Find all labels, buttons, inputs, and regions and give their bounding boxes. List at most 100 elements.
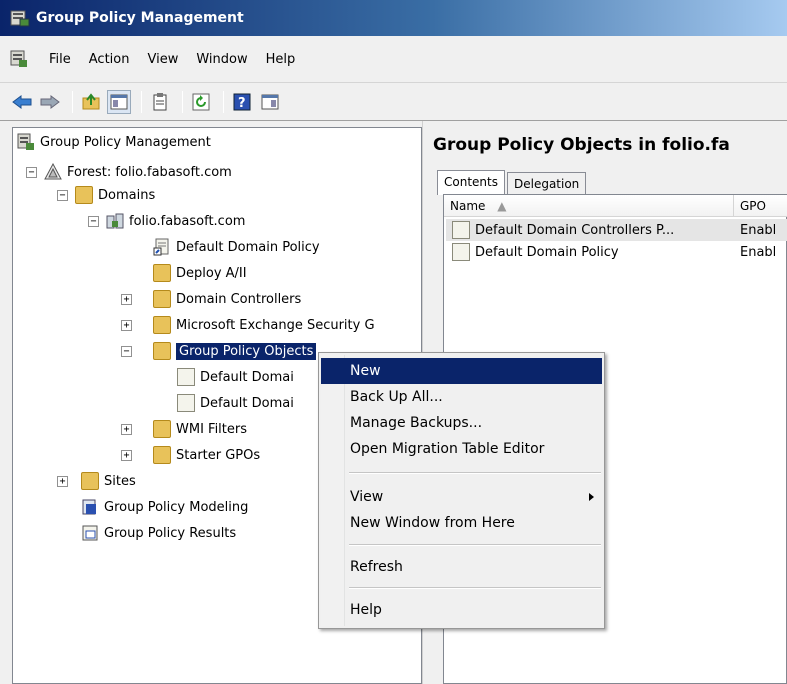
menu-help[interactable]: Help bbox=[257, 48, 305, 71]
help-icon[interactable]: ? bbox=[230, 90, 254, 114]
forest-icon bbox=[44, 162, 62, 181]
properties-icon[interactable] bbox=[258, 90, 282, 114]
expand-wmi-toggle[interactable]: + bbox=[121, 424, 132, 435]
collapse-domain-toggle[interactable]: − bbox=[88, 216, 99, 227]
menu-separator bbox=[349, 472, 601, 474]
expand-domain-controllers-toggle[interactable]: + bbox=[121, 294, 132, 305]
tree-item-label: Group Policy Management bbox=[40, 134, 211, 150]
tree-item-label: Deploy A/II bbox=[176, 265, 247, 281]
column-name-label: Name bbox=[450, 199, 486, 213]
tree-item-starter-gpos[interactable]: Starter GPOs bbox=[153, 444, 260, 466]
results-icon bbox=[81, 524, 99, 542]
collapse-domains-toggle[interactable]: − bbox=[57, 190, 68, 201]
expand-starter-toggle[interactable]: + bbox=[121, 450, 132, 461]
ou-folder-icon bbox=[153, 290, 171, 308]
tree-item-domain[interactable]: folio.fabasoft.com bbox=[106, 210, 245, 232]
tree-item-default-domain-policy[interactable]: Default Domain Policy bbox=[153, 236, 320, 258]
tree-item-modeling[interactable]: Group Policy Modeling bbox=[81, 496, 248, 518]
menu-file[interactable]: File bbox=[40, 48, 80, 71]
submenu-arrow-icon bbox=[589, 493, 594, 501]
menu-item-new-window-from-here[interactable]: New Window from Here bbox=[321, 510, 602, 536]
menu-item-help[interactable]: Help bbox=[321, 597, 602, 623]
tree-item-domain-controllers[interactable]: Domain Controllers bbox=[153, 288, 301, 310]
back-icon[interactable] bbox=[10, 90, 34, 114]
menu-item-manage-backups[interactable]: Manage Backups... bbox=[321, 410, 602, 436]
forward-icon[interactable] bbox=[38, 90, 62, 114]
tree-item-label: folio.fabasoft.com bbox=[129, 213, 246, 229]
tree-item-label: WMI Filters bbox=[176, 421, 248, 437]
export-list-icon[interactable] bbox=[148, 90, 172, 114]
menu-action[interactable]: Action bbox=[80, 48, 139, 71]
gpo-icon bbox=[177, 368, 195, 386]
collapse-gpo-toggle[interactable]: − bbox=[121, 346, 132, 357]
gpo-link-icon bbox=[153, 238, 171, 256]
tree-item-label: Default Domai bbox=[200, 369, 294, 385]
sort-ascending-icon: ▲ bbox=[497, 199, 507, 213]
window-title: Group Policy Management bbox=[36, 10, 244, 26]
domain-icon bbox=[106, 212, 124, 230]
tab-delegation[interactable]: Delegation bbox=[506, 172, 587, 195]
menu-bar: File Action View Window Help bbox=[0, 36, 787, 83]
menu-view[interactable]: View bbox=[138, 48, 187, 71]
refresh-icon[interactable] bbox=[189, 90, 213, 114]
tree-item-root[interactable]: Group Policy Management bbox=[17, 131, 211, 153]
menu-item-view-label: View bbox=[350, 489, 384, 505]
list-row[interactable]: Default Domain Policy Enabl bbox=[446, 241, 787, 263]
ou-folder-icon bbox=[153, 316, 171, 334]
toolbar-separator bbox=[223, 90, 224, 113]
gpo-icon bbox=[452, 243, 470, 261]
column-header-name[interactable]: Name ▲ bbox=[444, 195, 734, 217]
svg-text:?: ? bbox=[238, 96, 246, 111]
tree-item-sites[interactable]: Sites bbox=[81, 470, 136, 492]
menu-item-view[interactable]: View bbox=[321, 484, 602, 510]
details-title: Group Policy Objects in folio.fa bbox=[433, 135, 730, 155]
system-menu-icon[interactable] bbox=[10, 50, 28, 68]
gpo-name: Default Domain Controllers P... bbox=[475, 222, 675, 238]
expand-sites-toggle[interactable]: + bbox=[57, 476, 68, 487]
tree-item-label: Default Domai bbox=[200, 395, 294, 411]
tree-item-ms-exchange[interactable]: Microsoft Exchange Security G bbox=[153, 314, 375, 336]
menu-window[interactable]: Window bbox=[187, 48, 256, 71]
tree-item-gpo-child[interactable]: Default Domai bbox=[177, 392, 294, 414]
tree-item-label: Microsoft Exchange Security G bbox=[176, 317, 375, 333]
toolbar-separator bbox=[141, 90, 142, 113]
column-header-gpo-status[interactable]: GPO bbox=[734, 195, 787, 217]
menu-item-open-migration-table-editor[interactable]: Open Migration Table Editor bbox=[321, 436, 602, 462]
menu-separator bbox=[349, 587, 601, 589]
tab-contents[interactable]: Contents bbox=[437, 170, 505, 195]
menu-item-refresh[interactable]: Refresh bbox=[321, 554, 602, 580]
tree-item-forest[interactable]: Forest: folio.fabasoft.com bbox=[44, 161, 232, 183]
menu-item-new[interactable]: New bbox=[321, 358, 602, 384]
tree-item-deploy[interactable]: Deploy A/II bbox=[153, 262, 247, 284]
tree-item-label: Group Policy Objects bbox=[176, 342, 317, 360]
title-bar: Group Policy Management bbox=[0, 0, 787, 36]
toolbar: ? bbox=[0, 83, 787, 121]
sites-folder-icon bbox=[81, 472, 99, 490]
tree-item-results[interactable]: Group Policy Results bbox=[81, 522, 236, 544]
up-folder-icon[interactable] bbox=[79, 90, 103, 114]
tree-item-gpo-child[interactable]: Default Domai bbox=[177, 366, 294, 388]
tab-strip: Contents Delegation bbox=[437, 167, 588, 195]
gpo-icon bbox=[452, 221, 470, 239]
toolbar-separator bbox=[72, 90, 73, 113]
tree-item-label: Domains bbox=[98, 187, 156, 203]
gpo-icon bbox=[177, 394, 195, 412]
tree-item-label: Group Policy Modeling bbox=[104, 499, 249, 515]
wmi-filter-folder-icon bbox=[153, 420, 171, 438]
tree-item-domains[interactable]: Domains bbox=[75, 184, 155, 206]
group-policy-icon bbox=[17, 133, 35, 151]
starter-gpo-folder-icon bbox=[153, 446, 171, 464]
menu-item-backup-all[interactable]: Back Up All... bbox=[321, 384, 602, 410]
gpo-status: Enabl bbox=[740, 222, 777, 238]
list-row[interactable]: Default Domain Controllers P... Enabl bbox=[446, 219, 787, 241]
menu-separator bbox=[349, 544, 601, 546]
tree-item-group-policy-objects[interactable]: Group Policy Objects bbox=[153, 340, 317, 362]
list-header: Name ▲ GPO bbox=[444, 195, 787, 217]
expand-ms-exchange-toggle[interactable]: + bbox=[121, 320, 132, 331]
tree-item-wmi-filters[interactable]: WMI Filters bbox=[153, 418, 247, 440]
tree-item-label: Group Policy Results bbox=[104, 525, 237, 541]
ou-folder-icon bbox=[153, 264, 171, 282]
collapse-forest-toggle[interactable]: − bbox=[26, 167, 37, 178]
gpo-container-icon bbox=[153, 342, 171, 360]
show-hide-tree-icon[interactable] bbox=[107, 89, 131, 114]
